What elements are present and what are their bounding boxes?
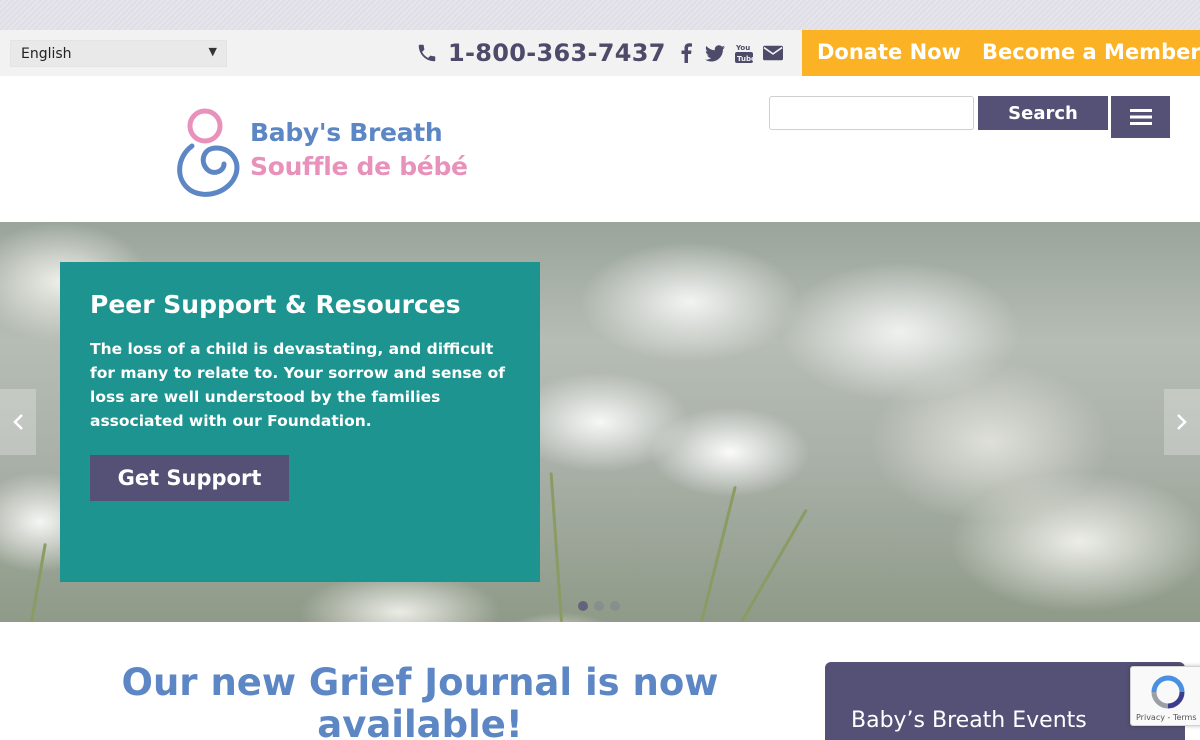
carousel-dot[interactable]: [610, 601, 620, 611]
become-member-link[interactable]: Become a Member: [982, 40, 1200, 64]
language-select-value: English: [21, 46, 72, 62]
caret-down-icon: ▼: [208, 45, 217, 58]
phone-number-text: 1-800-363-7437: [448, 39, 666, 67]
svg-text:You: You: [735, 44, 750, 52]
language-select[interactable]: English ▼: [10, 40, 227, 67]
site-header: Baby's Breath Souffle de bébé Search: [0, 76, 1200, 222]
svg-text:Tube: Tube: [737, 55, 753, 63]
youtube-icon[interactable]: You Tube: [734, 42, 754, 64]
recaptcha-badge[interactable]: Privacy - Terms: [1130, 666, 1200, 726]
carousel-dot[interactable]: [594, 601, 604, 611]
hero-body: The loss of a child is devastating, and …: [90, 340, 505, 430]
mother-baby-logo-icon: [177, 108, 240, 197]
phone-icon: [416, 42, 438, 64]
phone-number[interactable]: 1-800-363-7437: [416, 38, 666, 68]
hero-panel: Peer Support & Resources The loss of a c…: [60, 262, 540, 582]
twitter-icon[interactable]: [705, 42, 725, 64]
flower-stem: [549, 472, 563, 622]
flower-stem: [740, 508, 808, 622]
flower-stem: [700, 485, 737, 622]
get-support-button[interactable]: Get Support: [90, 455, 289, 501]
hero-title: Peer Support & Resources: [90, 290, 461, 319]
logo-name-en: Baby's Breath: [250, 118, 443, 147]
chevron-left-icon: [13, 414, 23, 430]
facebook-icon[interactable]: [676, 42, 696, 64]
search-button[interactable]: Search: [978, 96, 1108, 130]
recaptcha-links[interactable]: Privacy - Terms: [1136, 713, 1197, 722]
social-links: You Tube: [676, 42, 783, 64]
carousel-dot[interactable]: [578, 601, 588, 611]
carousel-next-button[interactable]: [1164, 389, 1200, 455]
carousel-dots: [578, 601, 620, 611]
flower-stem: [30, 542, 47, 622]
hamburger-icon: [1129, 109, 1152, 125]
menu-button[interactable]: [1111, 96, 1170, 138]
grief-journal-heading[interactable]: Our new Grief Journal is now available!: [120, 662, 720, 740]
chevron-right-icon: [1177, 414, 1187, 430]
email-icon[interactable]: [763, 42, 783, 64]
logo-name-fr: Souffle de bébé: [250, 152, 468, 181]
cta-bar: Donate Now Become a Member: [802, 30, 1200, 76]
hero-carousel: Peer Support & Resources The loss of a c…: [0, 222, 1200, 622]
logo[interactable]: Baby's Breath Souffle de bébé: [172, 106, 472, 198]
recaptcha-icon: [1151, 675, 1185, 709]
top-decorative-strip: [0, 0, 1200, 30]
search-input[interactable]: [769, 96, 974, 130]
events-title: Baby’s Breath Events: [851, 708, 1087, 733]
donate-now-link[interactable]: Donate Now: [817, 40, 961, 64]
carousel-prev-button[interactable]: [0, 389, 36, 455]
